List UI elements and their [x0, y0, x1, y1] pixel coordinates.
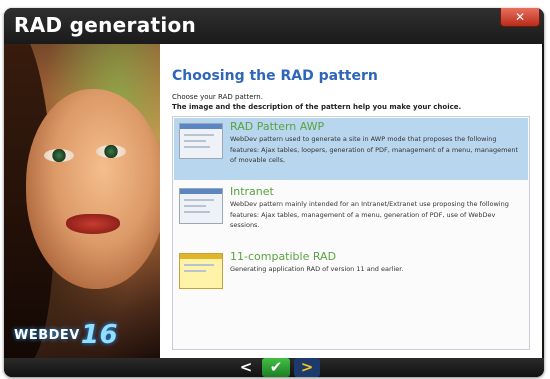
logo-text: WEBDEV	[14, 328, 80, 343]
pattern-title: RAD Pattern AWP	[230, 120, 325, 133]
webdev-promo-image: WEBDEV16	[4, 44, 160, 358]
webdev-logo: WEBDEV16	[14, 320, 118, 350]
pattern-item-awp[interactable]: RAD Pattern AWP WebDev pattern used to g…	[174, 118, 528, 180]
title-bar: RAD generation ✕	[4, 8, 544, 44]
pattern-item-11-compatible[interactable]: 11-compatible RAD Generating application…	[174, 248, 528, 310]
close-button[interactable]: ✕	[500, 8, 540, 27]
pattern-description: WebDev pattern mainly intended for an In…	[230, 200, 509, 229]
window-title: RAD generation	[14, 13, 197, 37]
pattern-title: Intranet	[230, 185, 274, 198]
face-shape	[26, 89, 160, 289]
eye-left	[44, 149, 74, 162]
rad-generation-window: RAD generation ✕ WEBDEV16 Choosing the R…	[4, 8, 544, 377]
compatible-rad-thumbnail	[179, 253, 223, 289]
page-title: Choosing the RAD pattern	[172, 68, 378, 84]
wizard-navigation-bar: < ✔ >	[4, 358, 544, 377]
awp-pattern-thumbnail	[179, 123, 223, 159]
pattern-description: WebDev pattern used to generate a site i…	[230, 135, 519, 164]
validate-button[interactable]: ✔	[262, 358, 290, 377]
pattern-title: 11-compatible RAD	[230, 250, 337, 263]
close-icon: ✕	[514, 10, 526, 24]
next-button[interactable]: >	[294, 358, 320, 377]
intro-text-2: The image and the description of the pat…	[172, 103, 462, 111]
eye-right	[96, 145, 126, 158]
lips-shape	[66, 214, 120, 234]
intranet-pattern-thumbnail	[179, 188, 223, 224]
previous-button[interactable]: <	[234, 358, 258, 377]
pattern-list[interactable]: RAD Pattern AWP WebDev pattern used to g…	[172, 116, 530, 350]
intro-text-1: Choose your RAD pattern.	[172, 93, 263, 101]
logo-version: 16	[80, 320, 119, 350]
pattern-item-intranet[interactable]: Intranet WebDev pattern mainly intended …	[174, 183, 528, 245]
pattern-description: Generating application RAD of version 11…	[230, 265, 404, 273]
content-panel: Choosing the RAD pattern Choose your RAD…	[160, 44, 542, 358]
